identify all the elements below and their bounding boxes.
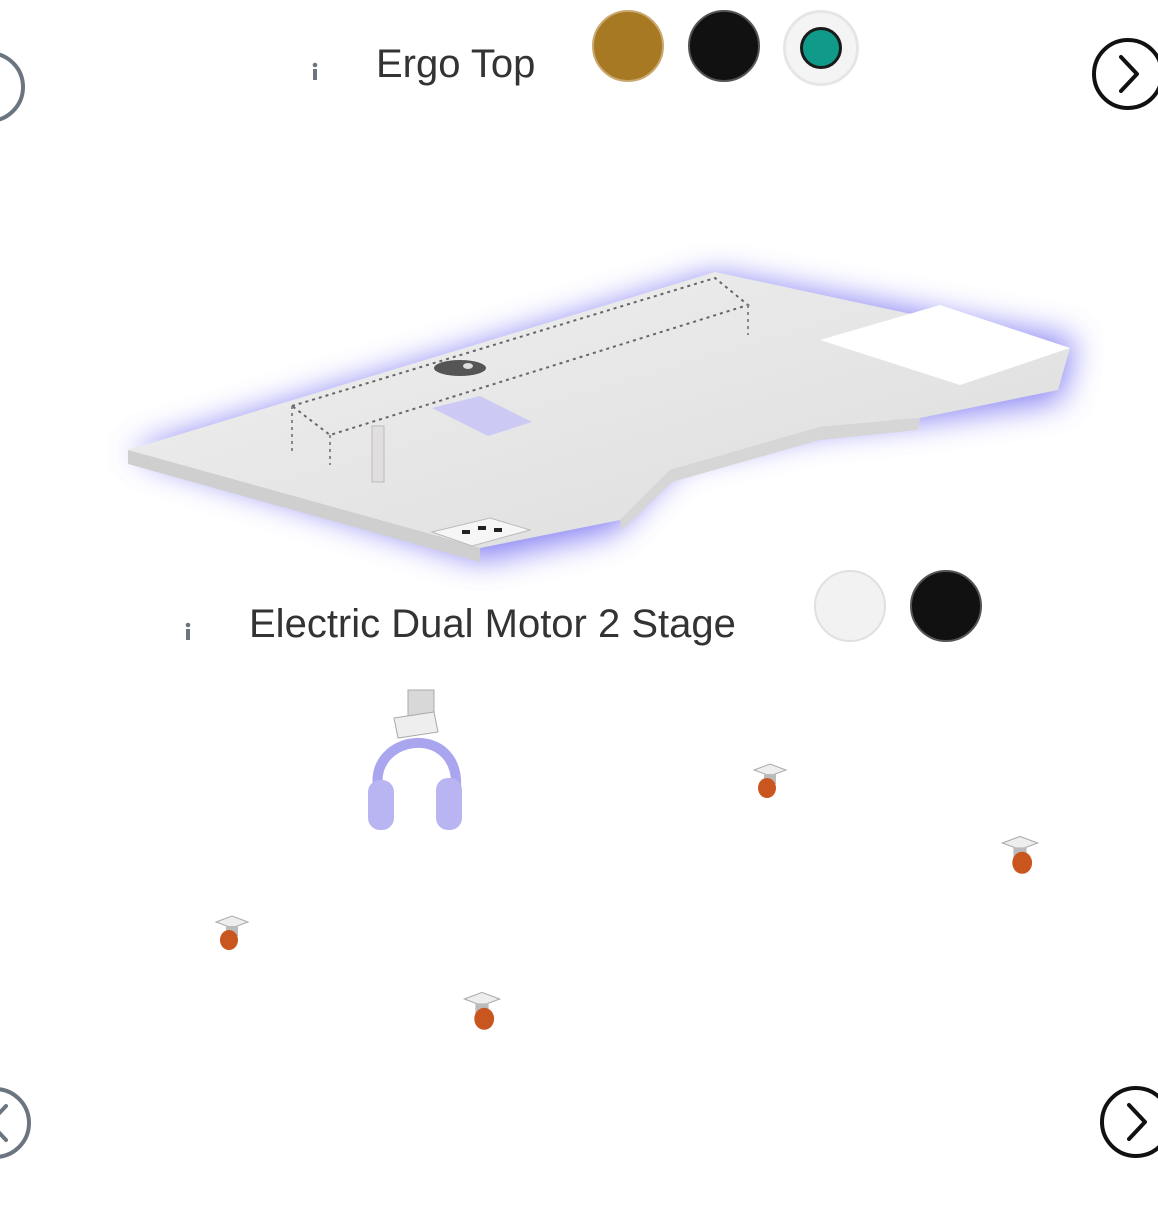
caster-icon bbox=[1000, 835, 1040, 874]
swatch-frame-black[interactable] bbox=[910, 570, 982, 642]
frame-title: Electric Dual Motor 2 Stage bbox=[249, 602, 736, 646]
swatch-black[interactable] bbox=[688, 10, 760, 82]
caster-wheel-2 bbox=[998, 832, 1042, 881]
top-info-button[interactable] bbox=[279, 26, 351, 98]
prev-bottom-button[interactable] bbox=[0, 1086, 32, 1160]
info-icon bbox=[156, 614, 220, 647]
caster-wheel-1 bbox=[750, 760, 790, 805]
next-top-button[interactable] bbox=[1091, 37, 1158, 111]
prev-top-button[interactable] bbox=[0, 50, 26, 124]
frame-info-button[interactable] bbox=[152, 586, 224, 658]
chevron-right-icon bbox=[1092, 38, 1158, 110]
top-title: Ergo Top bbox=[376, 42, 536, 86]
swatch-gold[interactable] bbox=[592, 10, 664, 82]
swatch-teal-inner bbox=[800, 27, 842, 69]
caster-icon bbox=[462, 991, 502, 1030]
desk-top-preview bbox=[60, 230, 1120, 590]
info-icon bbox=[283, 54, 347, 87]
chevron-right-icon bbox=[1100, 1086, 1158, 1158]
swatch-white[interactable] bbox=[814, 570, 886, 642]
chevron-left-icon bbox=[0, 52, 25, 122]
chevron-left-icon bbox=[0, 1087, 31, 1159]
next-bottom-button[interactable] bbox=[1099, 1085, 1158, 1159]
caster-icon bbox=[214, 915, 250, 950]
caster-wheel-3 bbox=[212, 912, 252, 957]
headphones-icon bbox=[368, 689, 462, 830]
caster-icon bbox=[752, 763, 788, 798]
swatch-teal-selected[interactable] bbox=[783, 10, 859, 86]
headphone-hanger-preview bbox=[360, 688, 470, 838]
caster-wheel-4 bbox=[460, 988, 504, 1037]
